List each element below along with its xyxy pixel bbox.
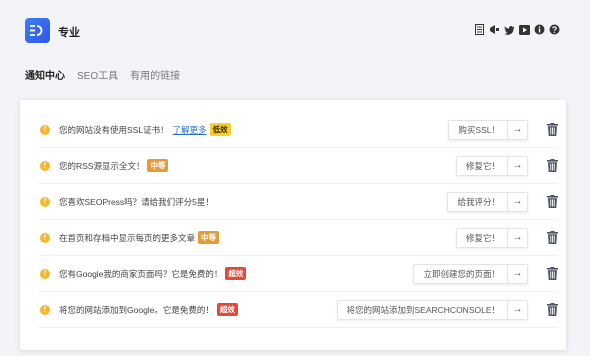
notification-message: 将您的网站添加到Google。它是免费的！ bbox=[59, 304, 214, 315]
notification-row: ! 将您的网站添加到Google。它是免费的！ 超效 将您的网站添加到SEARC… bbox=[38, 292, 558, 328]
document-icon[interactable] bbox=[474, 24, 485, 35]
warning-icon: ! bbox=[40, 268, 50, 279]
severity-badge: 中等 bbox=[147, 159, 169, 172]
notification-message: 在首页和存档中显示每页的更多文章 bbox=[59, 232, 196, 243]
trash-icon[interactable] bbox=[546, 303, 558, 317]
tab-notification-center[interactable]: 通知中心 bbox=[25, 67, 65, 86]
notification-row: ! 您有Google我的商家页面吗？它是免费的！ 超效 立即创建您的页面！ → bbox=[38, 256, 558, 292]
action-label: 修复它！ bbox=[465, 160, 500, 171]
notification-row: ! 您喜欢SEOPress吗？请给我们评分5星！ 给我评分！ → bbox=[38, 184, 558, 220]
learn-more-link[interactable]: 了解更多 bbox=[173, 124, 207, 136]
notification-message: 您的RSS源显示全文！ bbox=[59, 160, 145, 171]
notification-action-button[interactable]: 给我评分！ → bbox=[447, 191, 528, 212]
warning-icon: ! bbox=[40, 304, 50, 315]
arrow-right-icon: → bbox=[507, 192, 527, 211]
trash-icon[interactable] bbox=[546, 195, 558, 209]
notification-action-button[interactable]: 立即创建您的页面！ → bbox=[413, 263, 528, 284]
notification-message: 您喜欢SEOPress吗？请给我们评分5星！ bbox=[59, 196, 214, 207]
notification-action-button[interactable]: 将您的网站添加到SEARCHCONSOLE！ → bbox=[336, 299, 528, 320]
severity-badge: 低效 bbox=[209, 123, 231, 136]
arrow-right-icon: → bbox=[507, 264, 527, 283]
warning-icon: ! bbox=[40, 232, 50, 243]
action-label: 给我评分！ bbox=[457, 196, 500, 207]
top-icon-bar bbox=[474, 24, 560, 35]
logo-icon bbox=[30, 25, 43, 36]
trash-icon[interactable] bbox=[546, 123, 558, 137]
arrow-right-icon: → bbox=[507, 120, 527, 139]
action-label: 修复它！ bbox=[465, 232, 500, 243]
severity-badge: 超效 bbox=[225, 267, 247, 280]
tab-bar: 通知中心 SEO工具 有用的链接 bbox=[25, 67, 180, 86]
app-logo[interactable] bbox=[25, 18, 50, 43]
warning-icon: ! bbox=[40, 160, 50, 171]
trash-icon[interactable] bbox=[546, 267, 558, 281]
notification-message: 您有Google我的商家页面吗？它是免费的！ bbox=[59, 268, 223, 279]
arrow-right-icon: → bbox=[507, 300, 527, 319]
notification-row: ! 在首页和存档中显示每页的更多文章 中等 修复它！ → bbox=[38, 220, 558, 256]
warning-icon: ! bbox=[40, 124, 50, 135]
action-label: 立即创建您的页面！ bbox=[423, 268, 500, 279]
youtube-icon[interactable] bbox=[519, 24, 530, 35]
notifications-panel: ! 您的网站没有使用SSL证书！ 了解更多 低效 购买SSL！ → ! 您的RS… bbox=[20, 100, 566, 350]
info-icon[interactable] bbox=[534, 24, 545, 35]
arrow-right-icon: → bbox=[507, 156, 527, 175]
notification-row: ! 您的RSS源显示全文！ 中等 修复它！ → bbox=[38, 148, 558, 184]
tab-seo-tools[interactable]: SEO工具 bbox=[77, 67, 118, 86]
tab-useful-links[interactable]: 有用的链接 bbox=[130, 67, 180, 86]
twitter-icon[interactable] bbox=[504, 24, 515, 35]
action-label: 购买SSL！ bbox=[458, 124, 500, 135]
notification-message: 您的网站没有使用SSL证书！ bbox=[59, 124, 169, 135]
trash-icon[interactable] bbox=[546, 159, 558, 173]
app-name: 专业 bbox=[58, 27, 80, 39]
notification-action-button[interactable]: 修复它！ → bbox=[455, 227, 528, 248]
notification-row: ! 您的网站没有使用SSL证书！ 了解更多 低效 购买SSL！ → bbox=[38, 112, 558, 148]
top-bar: 专业 bbox=[0, 0, 590, 60]
notification-action-button[interactable]: 购买SSL！ → bbox=[448, 119, 528, 140]
megaphone-icon[interactable] bbox=[489, 24, 500, 35]
action-label: 将您的网站添加到SEARCHCONSOLE！ bbox=[346, 304, 501, 315]
notification-action-button[interactable]: 修复它！ → bbox=[455, 155, 528, 176]
warning-icon: ! bbox=[40, 196, 50, 207]
arrow-right-icon: → bbox=[507, 228, 527, 247]
severity-badge: 中等 bbox=[198, 231, 220, 244]
help-icon[interactable] bbox=[549, 24, 560, 35]
trash-icon[interactable] bbox=[546, 231, 558, 245]
severity-badge: 超效 bbox=[216, 303, 238, 316]
